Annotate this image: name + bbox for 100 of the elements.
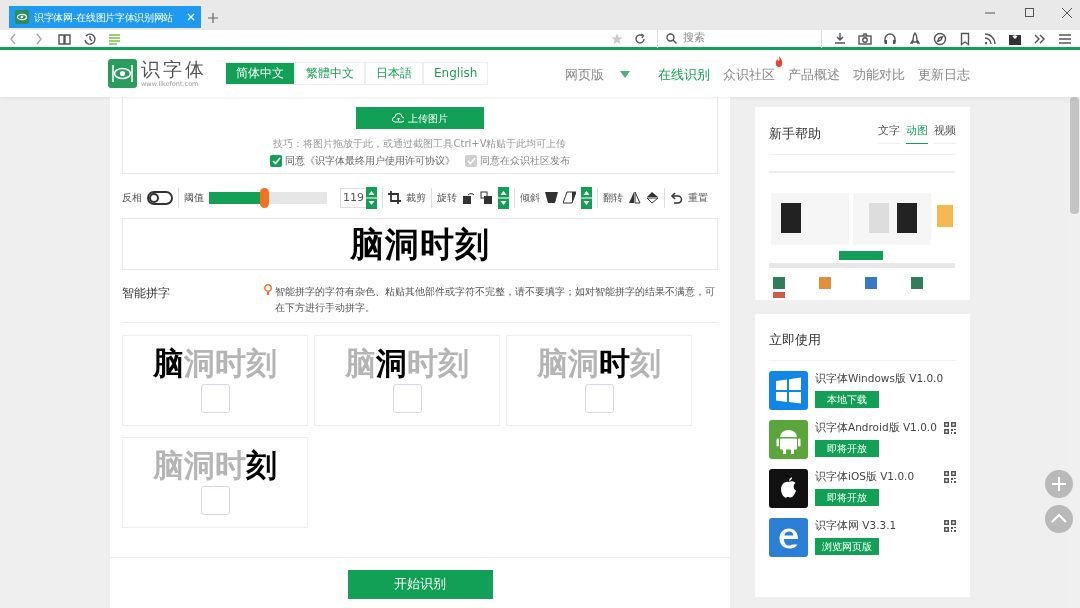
tool-label: 阈值 xyxy=(184,191,204,205)
bulb-icon xyxy=(264,284,272,296)
glyph: 刻 xyxy=(246,446,277,484)
checkbox[interactable] xyxy=(200,486,230,515)
hint-text: 智能拼字的字符有杂色、粘贴其他部件或字符不完整，请不要填字；如对智能拼字的结果不满意，可在下方进行手动拼字。 xyxy=(275,285,716,315)
compass-icon[interactable] xyxy=(933,31,947,46)
skew-left-icon[interactable] xyxy=(545,191,558,204)
glyph: 时 xyxy=(215,344,246,382)
site-favicon-icon xyxy=(15,10,29,24)
language-tab[interactable]: 日本語 xyxy=(365,62,423,85)
app-name: 识字体网 V3.3.1 xyxy=(815,517,898,533)
nav-link[interactable]: 产品概述 xyxy=(788,64,840,85)
qr-code-icon[interactable] xyxy=(944,470,956,483)
rocket-icon[interactable] xyxy=(908,31,922,46)
search-field[interactable]: 搜索 xyxy=(657,29,822,48)
checkbox[interactable] xyxy=(392,384,422,413)
search-icon xyxy=(666,33,677,44)
app-button[interactable]: 即将开放 xyxy=(815,440,879,458)
app-name: 识字体Android版 V1.0.0 xyxy=(815,419,937,435)
download-icon[interactable] xyxy=(833,31,847,46)
eye-icon xyxy=(108,59,137,88)
glyph: 时 xyxy=(407,344,438,382)
cloud-upload-icon xyxy=(392,113,404,123)
browser-tab[interactable]: 识字体网-在线图片字体识别网站 xyxy=(9,6,201,28)
headphones-icon[interactable] xyxy=(883,31,897,46)
reload-icon[interactable] xyxy=(634,32,646,45)
crop-icon[interactable] xyxy=(388,191,401,204)
upload-tip: 技巧：将图片拖放于此，或通过截图工具Ctrl+V粘贴于此均可上传 xyxy=(273,137,567,151)
app-name: 识字体Windows版 V1.0.0 xyxy=(815,370,945,386)
help-tab[interactable]: 文字 xyxy=(878,123,900,144)
checkbox[interactable] xyxy=(584,384,614,413)
rotate-left-icon[interactable] xyxy=(462,191,475,204)
app-button[interactable]: 浏览网页版 xyxy=(815,538,879,556)
close-icon[interactable] xyxy=(1062,8,1072,18)
caret-icon xyxy=(620,71,630,78)
menu-icon[interactable] xyxy=(1058,31,1072,46)
glyph: 洞 xyxy=(184,446,215,484)
qr-code-icon[interactable] xyxy=(944,421,956,434)
help-tab[interactable]: 动图 xyxy=(906,123,928,144)
preview-image-text: 脑洞时刻 xyxy=(122,218,718,270)
upload-button[interactable]: 上传图片 xyxy=(356,107,484,129)
agreement-label: 同意在众识社区发布 xyxy=(480,154,570,168)
camera-icon[interactable] xyxy=(858,31,872,46)
agreement-label: 同意《识字体最终用户使用许可协议》 xyxy=(285,154,455,168)
nav-link[interactable]: 在线识别 xyxy=(658,64,710,85)
language-tab[interactable]: 简体中文 xyxy=(225,62,295,85)
rss-icon[interactable] xyxy=(983,31,997,46)
qr-code-icon[interactable] xyxy=(944,519,956,532)
tool-label: 倾斜 xyxy=(520,191,540,205)
glyph-card[interactable]: 脑洞时刻 xyxy=(314,335,500,426)
maximize-icon[interactable] xyxy=(1025,8,1035,18)
section-title: 智能拼字 xyxy=(122,285,171,302)
help-tab[interactable]: 视频 xyxy=(934,123,956,144)
rotate-right-icon[interactable] xyxy=(480,191,493,204)
tool-label: 重置 xyxy=(688,191,708,205)
tool-label: 翻转 xyxy=(603,191,623,205)
nav-link[interactable]: 众识社区 xyxy=(723,64,775,85)
app-button[interactable]: 即将开放 xyxy=(815,489,879,507)
checkbox[interactable] xyxy=(200,384,230,413)
glyph: 刻 xyxy=(630,344,661,382)
new-tab-icon[interactable] xyxy=(208,13,218,23)
nav-link[interactable]: 功能对比 xyxy=(853,64,905,85)
checkbox[interactable] xyxy=(270,155,282,168)
nav-link[interactable]: 更新日志 xyxy=(918,64,970,85)
glyph: 洞 xyxy=(184,344,215,382)
undo-icon[interactable] xyxy=(670,191,683,204)
start-button[interactable]: 开始识别 xyxy=(347,569,493,599)
invert-toggle[interactable] xyxy=(147,190,173,205)
card-title: 立即使用 xyxy=(769,328,956,361)
app-button[interactable]: 本地下载 xyxy=(815,391,879,409)
slider-thumb[interactable] xyxy=(259,187,269,208)
glyph: 刻 xyxy=(246,344,277,382)
glyph-card[interactable]: 脑洞时刻 xyxy=(122,437,308,528)
browser-logo-icon xyxy=(769,517,808,557)
glyph: 时 xyxy=(215,446,246,484)
skew-right-icon[interactable] xyxy=(563,191,576,204)
glyph: 脑 xyxy=(153,344,184,382)
flip-horizontal-icon[interactable] xyxy=(628,191,641,204)
apple-logo-icon xyxy=(769,468,808,508)
history-icon[interactable] xyxy=(83,31,97,46)
book-icon[interactable] xyxy=(58,31,72,46)
tool-label: 裁剪 xyxy=(406,191,426,205)
flip-vertical-icon[interactable] xyxy=(646,191,659,204)
spinner-icon[interactable] xyxy=(366,186,377,209)
language-tab[interactable]: 繁體中文 xyxy=(295,62,365,85)
scrollbar-thumb[interactable] xyxy=(1070,97,1079,214)
glyph: 脑 xyxy=(345,344,376,382)
spinner-icon[interactable] xyxy=(581,186,592,209)
bookmark-icon[interactable] xyxy=(958,31,972,46)
language-tab[interactable]: English xyxy=(423,62,489,85)
spinner-icon[interactable] xyxy=(498,186,509,209)
glyph: 洞 xyxy=(376,344,407,382)
tool-label: 反相 xyxy=(122,191,142,205)
glyph: 脑 xyxy=(153,446,184,484)
card-title: 新手帮助 xyxy=(769,124,821,143)
nav-link[interactable]: 网页版 xyxy=(565,64,630,85)
glyph: 脑 xyxy=(537,344,568,382)
star-icon[interactable] xyxy=(611,32,623,45)
glyph-card[interactable]: 脑洞时刻 xyxy=(506,335,692,426)
glyph-card[interactable]: 脑洞时刻 xyxy=(122,335,308,426)
